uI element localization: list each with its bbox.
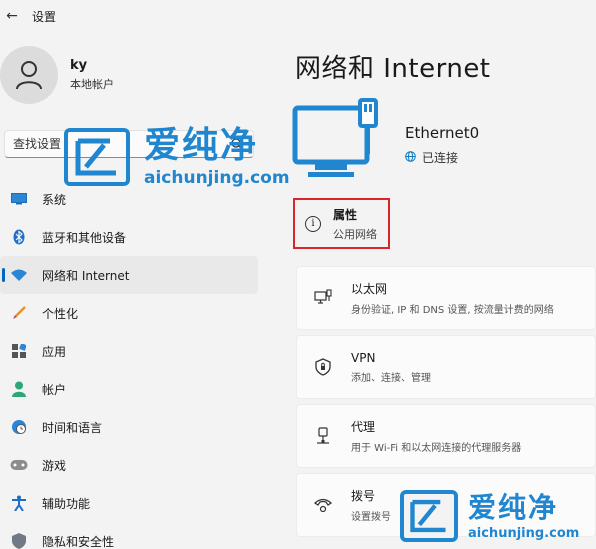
card-proxy[interactable]: 代理 用于 Wi-Fi 和以太网连接的代理服务器 [296, 404, 596, 468]
page-title: 网络和 Internet [295, 54, 491, 84]
watermark-url: aichunjing.com [468, 525, 580, 541]
watermark-brand: 爱纯净 [144, 125, 259, 166]
sidebar-item-label: 游戏 [42, 458, 67, 473]
sidebar-item-label: 隐私和安全性 [42, 534, 115, 549]
back-arrow-icon: ← [6, 8, 18, 24]
title-bar: ← 设置 [0, 0, 596, 32]
user-profile[interactable]: ky 本地帐户 [0, 46, 114, 104]
connection-status: 已连接 [422, 151, 459, 165]
vpn-shield-icon [313, 357, 333, 377]
adapter-name: Ethernet0 [405, 124, 480, 142]
sidebar-item-accounts[interactable]: 帐户 [0, 370, 258, 408]
sidebar-item-privacy[interactable]: 隐私和安全性 [0, 522, 258, 549]
card-ethernet[interactable]: 以太网 身份验证, IP 和 DNS 设置, 按流量计费的网络 [296, 266, 596, 330]
watermark-brand: 爱纯净 [468, 490, 559, 524]
ethernet-monitor-icon [292, 98, 378, 177]
sidebar-item-time-language[interactable]: 时间和语言 [0, 408, 258, 446]
sidebar-item-label: 帐户 [42, 382, 67, 397]
network-profile-type: 公用网络 [333, 227, 377, 241]
sidebar-item-gaming[interactable]: 游戏 [0, 446, 258, 484]
sidebar-item-label: 蓝牙和其他设备 [42, 230, 127, 245]
account-type: 本地帐户 [70, 78, 114, 91]
watermark-url: aichunjing.com [144, 168, 290, 188]
sidebar-item-personalization[interactable]: 个性化 [0, 294, 258, 332]
watermark-logo-icon [64, 128, 130, 186]
sidebar-item-network[interactable]: 网络和 Internet [0, 256, 258, 294]
dialup-icon [313, 495, 333, 515]
card-title: 拨号 [351, 489, 376, 503]
sidebar-item-label: 网络和 Internet [42, 268, 130, 283]
sidebar-item-label: 系统 [42, 192, 67, 207]
wifi-icon [10, 266, 28, 284]
monitor-icon [10, 190, 28, 208]
avatar [0, 46, 58, 104]
card-title: VPN [351, 350, 376, 365]
adapter-status: 已连接 [405, 149, 458, 166]
sidebar-item-label: 应用 [42, 344, 67, 359]
card-title: 代理 [351, 420, 376, 434]
person-icon [10, 380, 28, 398]
info-icon: i [305, 215, 321, 232]
bluetooth-icon [10, 228, 28, 246]
sidebar-item-label: 个性化 [42, 306, 79, 321]
brush-icon [10, 304, 28, 322]
sidebar-item-apps[interactable]: 应用 [0, 332, 258, 370]
properties-title: 属性 [333, 207, 358, 222]
globe-icon [405, 150, 416, 165]
back-button[interactable]: ← [0, 0, 24, 32]
sidebar-item-bluetooth[interactable]: 蓝牙和其他设备 [0, 218, 258, 256]
sidebar-item-label: 时间和语言 [42, 420, 103, 435]
ethernet-icon [313, 288, 333, 308]
card-vpn[interactable]: VPN 添加、连接、管理 [296, 335, 596, 399]
watermark-corner: 爱纯净 aichunjing.com [400, 490, 579, 542]
card-title: 以太网 [351, 282, 388, 296]
card-subtitle: 用于 Wi-Fi 和以太网连接的代理服务器 [351, 443, 522, 454]
sidebar-item-accessibility[interactable]: 辅助功能 [0, 484, 258, 522]
apps-icon [10, 342, 28, 360]
card-subtitle: 身份验证, IP 和 DNS 设置, 按流量计费的网络 [351, 305, 554, 316]
sidebar-item-label: 辅助功能 [42, 496, 91, 511]
properties-button[interactable]: i 属性 公用网络 [293, 198, 390, 249]
app-title: 设置 [32, 9, 57, 24]
person-avatar-icon [16, 61, 42, 90]
gamepad-icon [10, 456, 28, 474]
watermark-center: 爱纯净 aichunjing.com [64, 126, 290, 188]
shield-icon [10, 532, 28, 549]
sidebar-nav: 系统 蓝牙和其他设备 网络和 Internet 个性化 应用 帐户 时间和语言 … [0, 180, 258, 549]
proxy-icon [313, 426, 333, 446]
watermark-logo-icon [400, 490, 458, 542]
profile-name: ky [70, 58, 88, 73]
accessibility-icon [10, 494, 28, 512]
card-subtitle: 添加、连接、管理 [351, 372, 431, 384]
card-subtitle: 设置拨号 [351, 512, 391, 523]
clock-globe-icon [10, 418, 28, 436]
